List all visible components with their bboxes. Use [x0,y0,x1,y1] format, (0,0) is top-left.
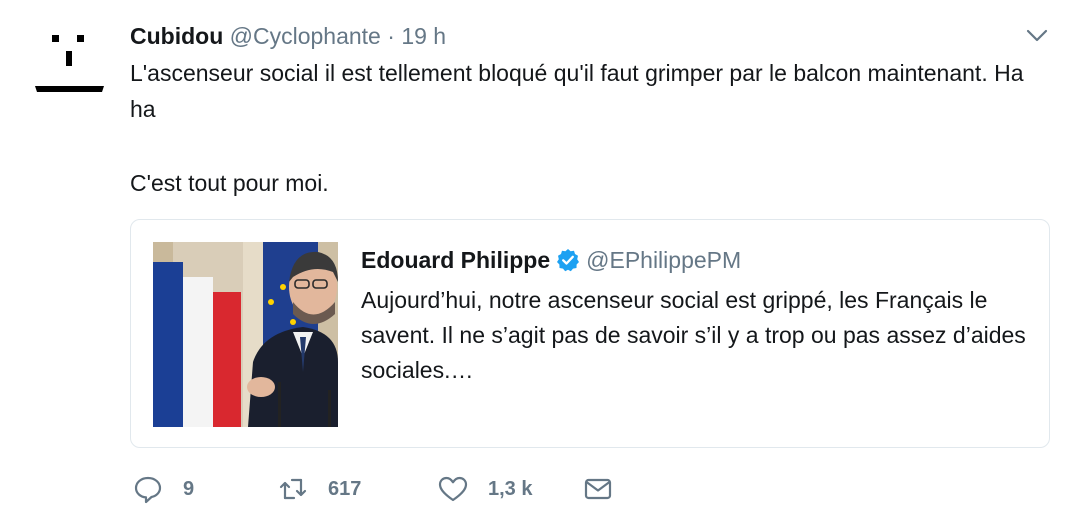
reply-count: 9 [183,477,195,500]
direct-message-button[interactable] [583,474,613,504]
tweet-text: L'ascenseur social il est tellement bloq… [130,55,1030,201]
quoted-tweet-header: Edouard Philippe @EPhilippePM [361,244,741,276]
quoted-author-handle[interactable]: @EPhilippePM [586,244,741,276]
heart-icon [438,476,468,502]
face-icon [35,35,104,92]
retweet-button[interactable]: 617 [278,474,438,504]
verified-badge-icon [556,248,580,272]
like-button[interactable]: 1,3 k [438,474,583,504]
author-handle[interactable]: @Cyclophante [230,23,381,49]
quoted-tweet-text: Aujourd’hui, notre ascenseur social est … [361,287,1026,383]
like-count: 1,3 k [488,477,533,500]
tweet-text-paragraph: L'ascenseur social il est tellement bloq… [130,60,1024,122]
author-name[interactable]: Cubidou [130,23,223,49]
tweet[interactable]: Cubidou @Cyclophante · 19 h L'ascenseur … [0,0,1076,524]
tweet-text-paragraph: C'est tout pour moi. [130,170,329,196]
envelope-icon [584,478,612,500]
reply-button[interactable]: 9 [133,474,278,504]
quoted-author-name[interactable]: Edouard Philippe [361,244,550,276]
reply-icon [134,476,162,504]
retweet-icon [279,478,307,500]
more-options-button[interactable] [1026,28,1048,44]
portrait-photo [153,242,338,427]
tweet-actions: 9 617 1,3 k [133,474,613,504]
chevron-down-icon [1026,29,1048,42]
quoted-tweet[interactable]: Edouard Philippe @EPhilippePM Aujourd’hu… [130,219,1050,448]
avatar[interactable] [30,26,110,106]
tweet-header: Cubidou @Cyclophante · 19 h [130,20,446,52]
retweet-count: 617 [328,477,362,500]
timestamp[interactable]: 19 h [401,23,446,49]
separator-dot: · [387,23,395,49]
quoted-tweet-image[interactable] [153,242,338,427]
